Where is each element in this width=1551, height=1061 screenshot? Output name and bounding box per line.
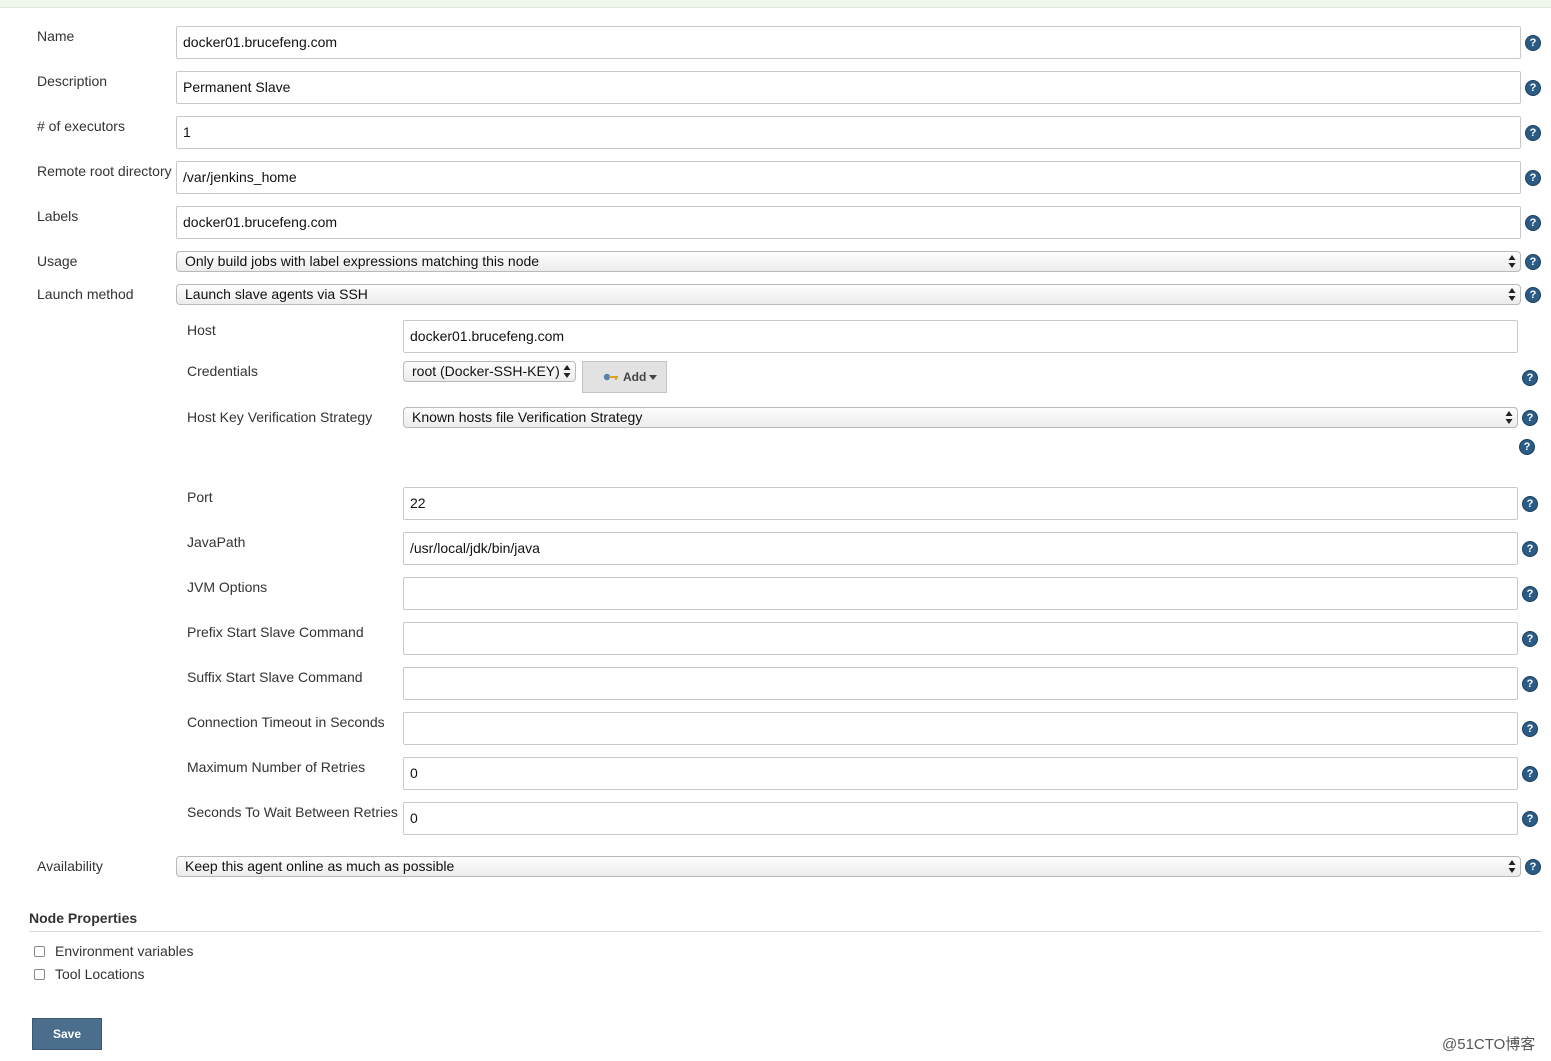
port-label: Port bbox=[187, 489, 213, 505]
usage-select[interactable]: Only build jobs with label expressions m… bbox=[176, 251, 1521, 272]
labels-label: Labels bbox=[37, 208, 79, 224]
help-icon[interactable]: ? bbox=[1525, 125, 1541, 141]
help-icon[interactable]: ? bbox=[1525, 170, 1541, 186]
chevron-down-icon bbox=[649, 375, 657, 380]
help-icon[interactable]: ? bbox=[1519, 439, 1535, 455]
save-button[interactable]: Save bbox=[32, 1018, 102, 1050]
host-input[interactable]: docker01.brucefeng.com bbox=[403, 320, 1518, 353]
help-icon[interactable]: ? bbox=[1525, 287, 1541, 303]
executors-label: # of executors bbox=[37, 118, 125, 134]
port-input[interactable]: 22 bbox=[403, 487, 1518, 520]
select-arrows-icon bbox=[563, 365, 571, 378]
max-retries-label: Maximum Number of Retries bbox=[187, 759, 366, 775]
suffix-command-label: Suffix Start Slave Command bbox=[187, 669, 363, 685]
help-icon[interactable]: ? bbox=[1522, 631, 1538, 647]
credentials-label: Credentials bbox=[187, 363, 258, 379]
description-label: Description bbox=[37, 73, 108, 89]
select-arrows-icon bbox=[1505, 411, 1513, 424]
usage-label: Usage bbox=[37, 253, 78, 269]
add-credentials-button[interactable]: Add bbox=[582, 361, 667, 393]
help-icon[interactable]: ? bbox=[1525, 215, 1541, 231]
help-icon[interactable]: ? bbox=[1525, 254, 1541, 270]
help-icon[interactable]: ? bbox=[1522, 370, 1538, 386]
remote-root-input[interactable]: /var/jenkins_home bbox=[176, 161, 1521, 194]
host-key-select[interactable]: Known hosts file Verification Strategy bbox=[403, 407, 1518, 428]
name-label: Name bbox=[37, 28, 75, 44]
suffix-command-input[interactable] bbox=[403, 667, 1518, 700]
launch-method-select-value: Launch slave agents via SSH bbox=[185, 286, 368, 302]
wait-retries-input[interactable]: 0 bbox=[403, 802, 1518, 835]
environment-variables-checkbox[interactable] bbox=[34, 946, 45, 957]
help-icon[interactable]: ? bbox=[1522, 811, 1538, 827]
key-icon bbox=[603, 373, 618, 381]
help-icon[interactable]: ? bbox=[1522, 766, 1538, 782]
help-icon[interactable]: ? bbox=[1522, 496, 1538, 512]
connection-timeout-input[interactable] bbox=[403, 712, 1518, 745]
credentials-select-value: root (Docker-SSH-KEY) bbox=[412, 363, 560, 379]
description-input[interactable]: Permanent Slave bbox=[176, 71, 1521, 104]
environment-variables-label: Environment variables bbox=[55, 943, 194, 959]
select-arrows-icon bbox=[1508, 288, 1516, 301]
select-arrows-icon bbox=[1508, 860, 1516, 873]
help-icon[interactable]: ? bbox=[1525, 80, 1541, 96]
usage-select-value: Only build jobs with label expressions m… bbox=[185, 253, 540, 269]
help-icon[interactable]: ? bbox=[1522, 721, 1538, 737]
java-path-input[interactable]: /usr/local/jdk/bin/java bbox=[403, 532, 1518, 565]
watermark: @51CTO博客 bbox=[1442, 1036, 1536, 1053]
host-key-label: Host Key Verification Strategy bbox=[187, 409, 373, 425]
top-banner bbox=[0, 0, 1551, 8]
jvm-options-label: JVM Options bbox=[187, 579, 268, 595]
max-retries-input[interactable]: 0 bbox=[403, 757, 1518, 790]
availability-select[interactable]: Keep this agent online as much as possib… bbox=[176, 856, 1521, 877]
connection-timeout-label: Connection Timeout in Seconds bbox=[187, 714, 385, 730]
help-icon[interactable]: ? bbox=[1522, 541, 1538, 557]
credentials-select[interactable]: root (Docker-SSH-KEY) bbox=[403, 361, 576, 382]
host-key-select-value: Known hosts file Verification Strategy bbox=[412, 409, 643, 425]
java-path-label: JavaPath bbox=[187, 534, 246, 550]
prefix-command-input[interactable] bbox=[403, 622, 1518, 655]
remote-root-label: Remote root directory bbox=[37, 163, 172, 179]
prefix-command-label: Prefix Start Slave Command bbox=[187, 624, 364, 640]
wait-retries-label: Seconds To Wait Between Retries bbox=[187, 804, 398, 820]
name-input[interactable]: docker01.brucefeng.com bbox=[176, 26, 1521, 59]
availability-select-value: Keep this agent online as much as possib… bbox=[185, 858, 455, 874]
select-arrows-icon bbox=[1508, 255, 1516, 268]
executors-input[interactable]: 1 bbox=[176, 116, 1521, 149]
host-label: Host bbox=[187, 322, 216, 338]
help-icon[interactable]: ? bbox=[1522, 676, 1538, 692]
add-button-label: Add bbox=[623, 370, 647, 384]
help-icon[interactable]: ? bbox=[1525, 35, 1541, 51]
section-divider bbox=[29, 931, 1541, 932]
launch-method-select[interactable]: Launch slave agents via SSH bbox=[176, 284, 1521, 305]
availability-label: Availability bbox=[37, 858, 103, 874]
tool-locations-checkbox[interactable] bbox=[34, 969, 45, 980]
help-icon[interactable]: ? bbox=[1522, 410, 1538, 426]
jvm-options-input[interactable] bbox=[403, 577, 1518, 610]
help-icon[interactable]: ? bbox=[1522, 586, 1538, 602]
node-properties-heading: Node Properties bbox=[29, 910, 138, 926]
labels-input[interactable]: docker01.brucefeng.com bbox=[176, 206, 1521, 239]
launch-method-label: Launch method bbox=[37, 286, 134, 302]
help-icon[interactable]: ? bbox=[1525, 859, 1541, 875]
tool-locations-label: Tool Locations bbox=[55, 966, 145, 982]
